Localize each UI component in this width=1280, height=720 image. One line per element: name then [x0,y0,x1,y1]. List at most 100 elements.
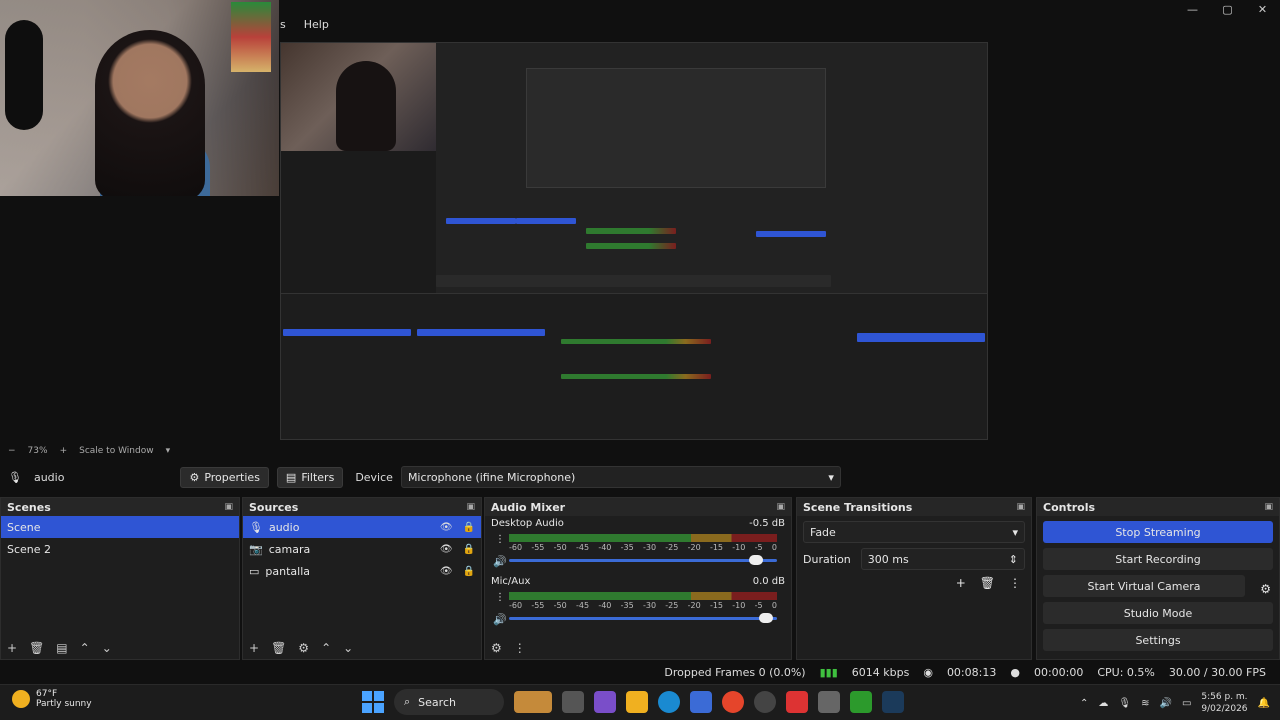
gear-icon: ⚙ [189,470,200,484]
controls-title: Controls [1043,500,1096,514]
close-button[interactable]: ✕ [1245,0,1280,18]
record-icon: ● [1010,665,1020,679]
add-icon[interactable]: + [7,641,17,655]
more-icon[interactable]: ⋮ [495,592,505,603]
start-virtual-camera-button[interactable]: Start Virtual Camera [1043,575,1245,597]
record-app-icon[interactable] [786,691,808,713]
filter-icon: ▤ [285,470,297,484]
maximize-button[interactable]: ▢ [1210,0,1245,18]
scene-item[interactable]: Scene 2 [1,538,239,560]
xbox-icon[interactable] [850,691,872,713]
scale-tick: -45 [575,543,590,552]
edge-icon[interactable] [658,691,680,713]
undock-icon[interactable]: ▣ [1264,502,1273,512]
zoom-in-icon[interactable]: + [60,446,68,456]
eye-icon[interactable]: 👁 [440,544,453,555]
source-item[interactable]: ▭ pantalla 👁 🔒 [243,560,481,582]
mixer-channel: Mic/Aux 0.0 dB ⋮ -60 -55 -50 -45 -40 -35 -30 -25… [485,574,791,632]
battery-icon[interactable]: ▭ [1182,698,1191,709]
level-meter [509,592,777,600]
move-down-icon[interactable]: ⌄ [343,641,353,655]
preview-canvas[interactable] [280,42,988,440]
guitar-shape [5,20,43,130]
chrome-icon[interactable] [722,691,744,713]
filter-icon[interactable]: ▤ [56,641,67,655]
eye-icon[interactable]: 👁 [440,522,453,533]
stop-streaming-button[interactable]: Stop Streaming [1043,521,1273,543]
clock[interactable]: 5:56 p. m. 9/02/2026 [1201,691,1247,715]
source-item[interactable]: 📷 camara 👁 🔒 [243,538,481,560]
move-up-icon[interactable]: ⌃ [80,641,90,655]
device-select[interactable]: Microphone (ifine Microphone) ▾ [400,466,841,488]
volume-knob[interactable] [759,613,774,623]
more-icon[interactable]: ⋮ [514,641,526,655]
trash-icon[interactable]: 🗑 [271,641,286,655]
taskbar: 67°F Partly sunny ⌕ Search ⌃ ☁ 🎙 ≋ 🔊 ▭ 5:… [0,684,1280,720]
onedrive-icon[interactable]: ☁ [1098,698,1108,709]
record-time: 00:00:00 [1033,665,1084,679]
start-recording-button[interactable]: Start Recording [1043,548,1273,570]
move-down-icon[interactable]: ⌄ [102,641,112,655]
wifi-icon[interactable]: ≋ [1141,698,1149,709]
more-icon[interactable]: ⋮ [1009,576,1021,590]
volume-icon[interactable]: 🔊 [1159,698,1171,709]
chevron-up-icon[interactable]: ⌃ [1080,698,1088,709]
store-icon[interactable] [690,691,712,713]
speaker-icon[interactable]: 🔊 [493,613,507,626]
obs-icon[interactable] [754,691,776,713]
gear-icon[interactable]: ⚙ [1260,582,1271,596]
zoom-out-icon[interactable]: − [8,446,16,456]
filters-button[interactable]: ▤ Filters [276,466,344,488]
properties-button[interactable]: ⚙ Properties [180,466,269,488]
scale-mode[interactable]: Scale to Window [79,446,153,456]
taskbar-search[interactable]: ⌕ Search [394,689,504,715]
weather-widget[interactable]: 67°F Partly sunny [12,689,92,709]
trash-icon[interactable]: 🗑 [980,576,995,590]
search-highlight-icon[interactable] [514,691,552,713]
volume-knob[interactable] [748,555,763,565]
gear-icon[interactable]: ⚙ [298,641,309,655]
source-item[interactable]: 🎙 audio 👁 🔒 [243,516,481,538]
mic-icon[interactable]: 🎙 [1118,698,1131,709]
scale-tick: -55 [531,601,545,610]
undock-icon[interactable]: ▣ [466,502,475,512]
add-icon[interactable]: + [249,641,259,655]
undock-icon[interactable]: ▣ [224,502,233,512]
trash-icon[interactable]: 🗑 [29,641,44,655]
undock-icon[interactable]: ▣ [776,502,785,512]
scene-transitions-dock: Scene Transitions ▣ Fade ▾ Duration 300 ms… [796,497,1032,660]
scale-tick: 0 [771,543,777,552]
duration-field[interactable]: 300 ms ⇕ [860,548,1025,570]
file-explorer-icon[interactable] [626,691,648,713]
task-view-icon[interactable] [562,691,584,713]
studio-mode-button[interactable]: Studio Mode [1043,602,1273,624]
menu-item-help[interactable]: Help [304,18,329,36]
notifications-icon[interactable]: 🔔 [1258,698,1270,709]
volume-slider[interactable] [509,613,777,623]
add-icon[interactable]: + [956,576,966,590]
scene-item[interactable]: Scene [1,516,239,538]
settings-button[interactable]: Settings [1043,629,1273,651]
scale-tick: -40 [598,543,612,552]
speaker-icon[interactable]: 🔊 [493,555,507,568]
camera-icon: 📷 [249,542,263,556]
volume-slider[interactable] [509,555,777,565]
menu-item-partial[interactable]: s [280,18,286,36]
nested-obs-panels [281,293,987,439]
copilot-icon[interactable] [594,691,616,713]
more-icon[interactable]: ⋮ [495,534,505,545]
settings-app-icon[interactable] [818,691,840,713]
stepper-icon[interactable]: ⇕ [1009,553,1018,566]
eye-icon[interactable]: 👁 [440,566,453,577]
transition-select[interactable]: Fade ▾ [803,521,1025,543]
move-up-icon[interactable]: ⌃ [321,641,331,655]
minimize-button[interactable]: — [1175,0,1210,18]
advanced-audio-icon[interactable]: ⚙ [491,641,502,655]
undock-icon[interactable]: ▣ [1016,502,1025,512]
start-button[interactable] [362,691,384,713]
lock-icon[interactable]: 🔒 [463,566,475,577]
lock-icon[interactable]: 🔒 [463,522,475,533]
steam-icon[interactable] [882,691,904,713]
lock-icon[interactable]: 🔒 [463,544,475,555]
chevron-down-icon[interactable]: ▾ [166,446,171,456]
